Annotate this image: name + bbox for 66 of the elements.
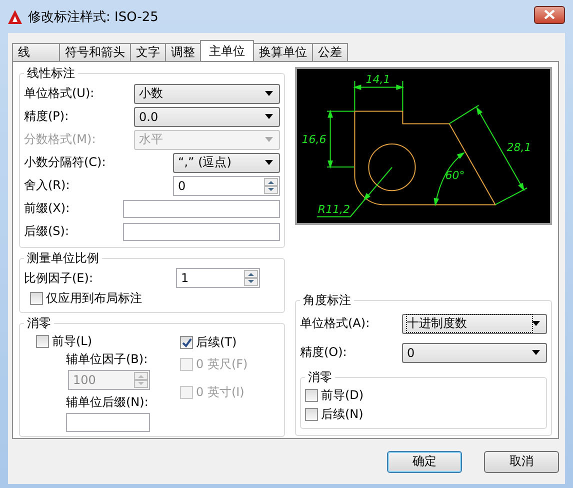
dropdown[interactable]: 0.0 bbox=[134, 106, 280, 126]
dimension-text: 14,1 bbox=[366, 73, 390, 86]
dropdown[interactable]: 十进制度数 bbox=[402, 314, 547, 334]
field-label: 辅单位因子(B): bbox=[66, 351, 149, 368]
field-label: 单位格式(U): bbox=[24, 85, 94, 102]
tab[interactable]: 主单位 bbox=[200, 40, 254, 61]
dialog-button[interactable]: 确定 bbox=[387, 450, 462, 472]
tab[interactable]: 线 bbox=[12, 43, 60, 61]
caret-icon bbox=[265, 137, 273, 142]
field-label: 分数格式(M): bbox=[24, 131, 96, 148]
text-field[interactable] bbox=[123, 200, 280, 218]
field-label: 小数分隔符(C): bbox=[24, 154, 106, 171]
checkbox-label: 后续(T) bbox=[196, 334, 237, 351]
tab[interactable]: 换算单位 bbox=[253, 43, 313, 61]
spin-arrows-icon bbox=[264, 178, 278, 194]
field-label: 单位格式(A): bbox=[300, 315, 370, 332]
text-field[interactable] bbox=[123, 222, 280, 240]
dropdown[interactable]: 小数 bbox=[134, 84, 280, 104]
tab[interactable]: 调整 bbox=[165, 43, 201, 61]
group-title: 消零 bbox=[26, 315, 52, 332]
checkbox[interactable] bbox=[305, 408, 318, 421]
field-label: 辅单位后缀(N): bbox=[66, 394, 150, 411]
checkbox-label: 前导(D) bbox=[321, 387, 364, 404]
caret-icon bbox=[265, 160, 273, 165]
tab[interactable]: 文字 bbox=[130, 43, 166, 61]
field-label: 前缀(X): bbox=[24, 200, 70, 217]
checkbox[interactable] bbox=[36, 335, 49, 348]
group-title: 测量单位比例 bbox=[26, 250, 100, 267]
checkbox-label: 仅应用到布局标注 bbox=[46, 290, 142, 307]
spin-arrows-icon bbox=[244, 270, 258, 286]
app-logo-icon bbox=[8, 10, 22, 24]
spin-field[interactable]: 1 bbox=[176, 268, 260, 288]
checkbox-label: 0 英尺(F) bbox=[196, 356, 248, 373]
caret-icon bbox=[265, 114, 273, 119]
dimension-text: 16,6 bbox=[302, 133, 326, 146]
close-button[interactable] bbox=[534, 6, 565, 24]
group-title: 线性标注 bbox=[26, 65, 76, 82]
checkbox-label: 前导(L) bbox=[52, 333, 92, 350]
dialog-button[interactable]: 取消 bbox=[484, 450, 559, 472]
group-title: 消零 bbox=[307, 369, 333, 386]
checkbox-label: 后续(N) bbox=[321, 406, 364, 423]
field-label: 精度(O): bbox=[300, 344, 347, 361]
caret-icon bbox=[265, 91, 273, 96]
field-label: 后缀(S): bbox=[24, 223, 70, 240]
dropdown[interactable]: 0 bbox=[402, 342, 547, 362]
field-label: 舍入(R): bbox=[24, 177, 70, 194]
caret-icon bbox=[532, 350, 540, 355]
field-label: 比例因子(E): bbox=[24, 270, 93, 286]
checkbox[interactable] bbox=[305, 389, 318, 402]
field-label: 精度(P): bbox=[24, 108, 69, 125]
dimension-text: 60° bbox=[445, 169, 465, 182]
tab[interactable]: 符号和箭头 bbox=[59, 43, 131, 61]
checkbox-label: 0 英寸(I) bbox=[196, 384, 244, 401]
caret-icon bbox=[532, 321, 540, 326]
checkbox[interactable] bbox=[180, 336, 193, 349]
dropdown[interactable]: “,” (逗点) bbox=[173, 152, 280, 172]
text-field[interactable] bbox=[66, 413, 150, 432]
dimension-text: R11,2 bbox=[318, 203, 350, 216]
dimension-text: 28,1 bbox=[506, 141, 532, 154]
close-icon bbox=[544, 10, 555, 19]
spin-arrows-icon bbox=[134, 372, 148, 388]
window-title: 修改标注样式: ISO-25 bbox=[28, 8, 158, 26]
group-title: 角度标注 bbox=[302, 292, 352, 309]
spin-field[interactable]: 0 bbox=[173, 176, 280, 196]
tab[interactable]: 公差 bbox=[312, 43, 348, 61]
checkbox[interactable] bbox=[30, 292, 43, 305]
